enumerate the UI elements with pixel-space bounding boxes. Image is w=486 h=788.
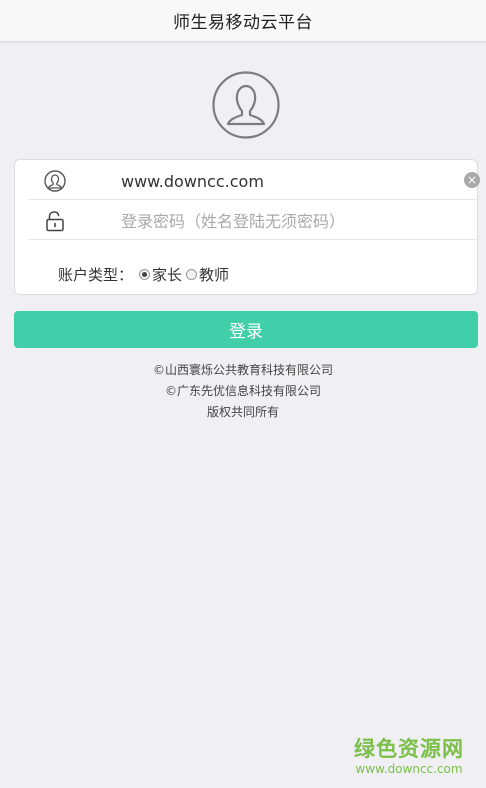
username-input[interactable] <box>121 170 441 192</box>
clear-icon[interactable]: × <box>464 172 480 188</box>
radio-teacher[interactable]: 教师 <box>186 264 229 285</box>
user-icon <box>44 170 66 192</box>
radio-parent[interactable]: 家长 <box>139 264 182 285</box>
radio-parent-label: 家长 <box>152 266 183 284</box>
watermark-title: 绿色资源网 <box>354 737 464 761</box>
copyright-line-1: ©山西寰烁公共教育科技有限公司 <box>152 363 333 377</box>
radio-parent-circle[interactable] <box>139 269 151 280</box>
account-type-group: 账户类型： 家长 教师 <box>58 264 229 285</box>
copyright-line-3: 版权共同所有 <box>206 405 279 419</box>
radio-teacher-label: 教师 <box>199 266 230 284</box>
login-form-card: × 账户类型： 家长 教师 <box>14 159 480 295</box>
copyright-line-2: ©广东先优信息科技有限公司 <box>164 384 321 398</box>
watermark-url: www.downcc.com <box>355 762 463 776</box>
user-avatar-icon <box>212 71 280 139</box>
login-button[interactable]: 登录 <box>14 311 478 348</box>
top-bar: 师生易移动云平台 <box>0 0 486 42</box>
watermark: 绿色资源网 www.downcc.com <box>350 736 468 776</box>
username-row: × <box>29 160 480 200</box>
radio-teacher-circle[interactable] <box>186 269 198 280</box>
password-input[interactable] <box>121 210 441 232</box>
account-type-label: 账户类型： <box>58 266 134 284</box>
password-row <box>29 200 479 240</box>
lock-icon <box>46 211 64 232</box>
page-title: 师生易移动云平台 <box>173 13 313 33</box>
